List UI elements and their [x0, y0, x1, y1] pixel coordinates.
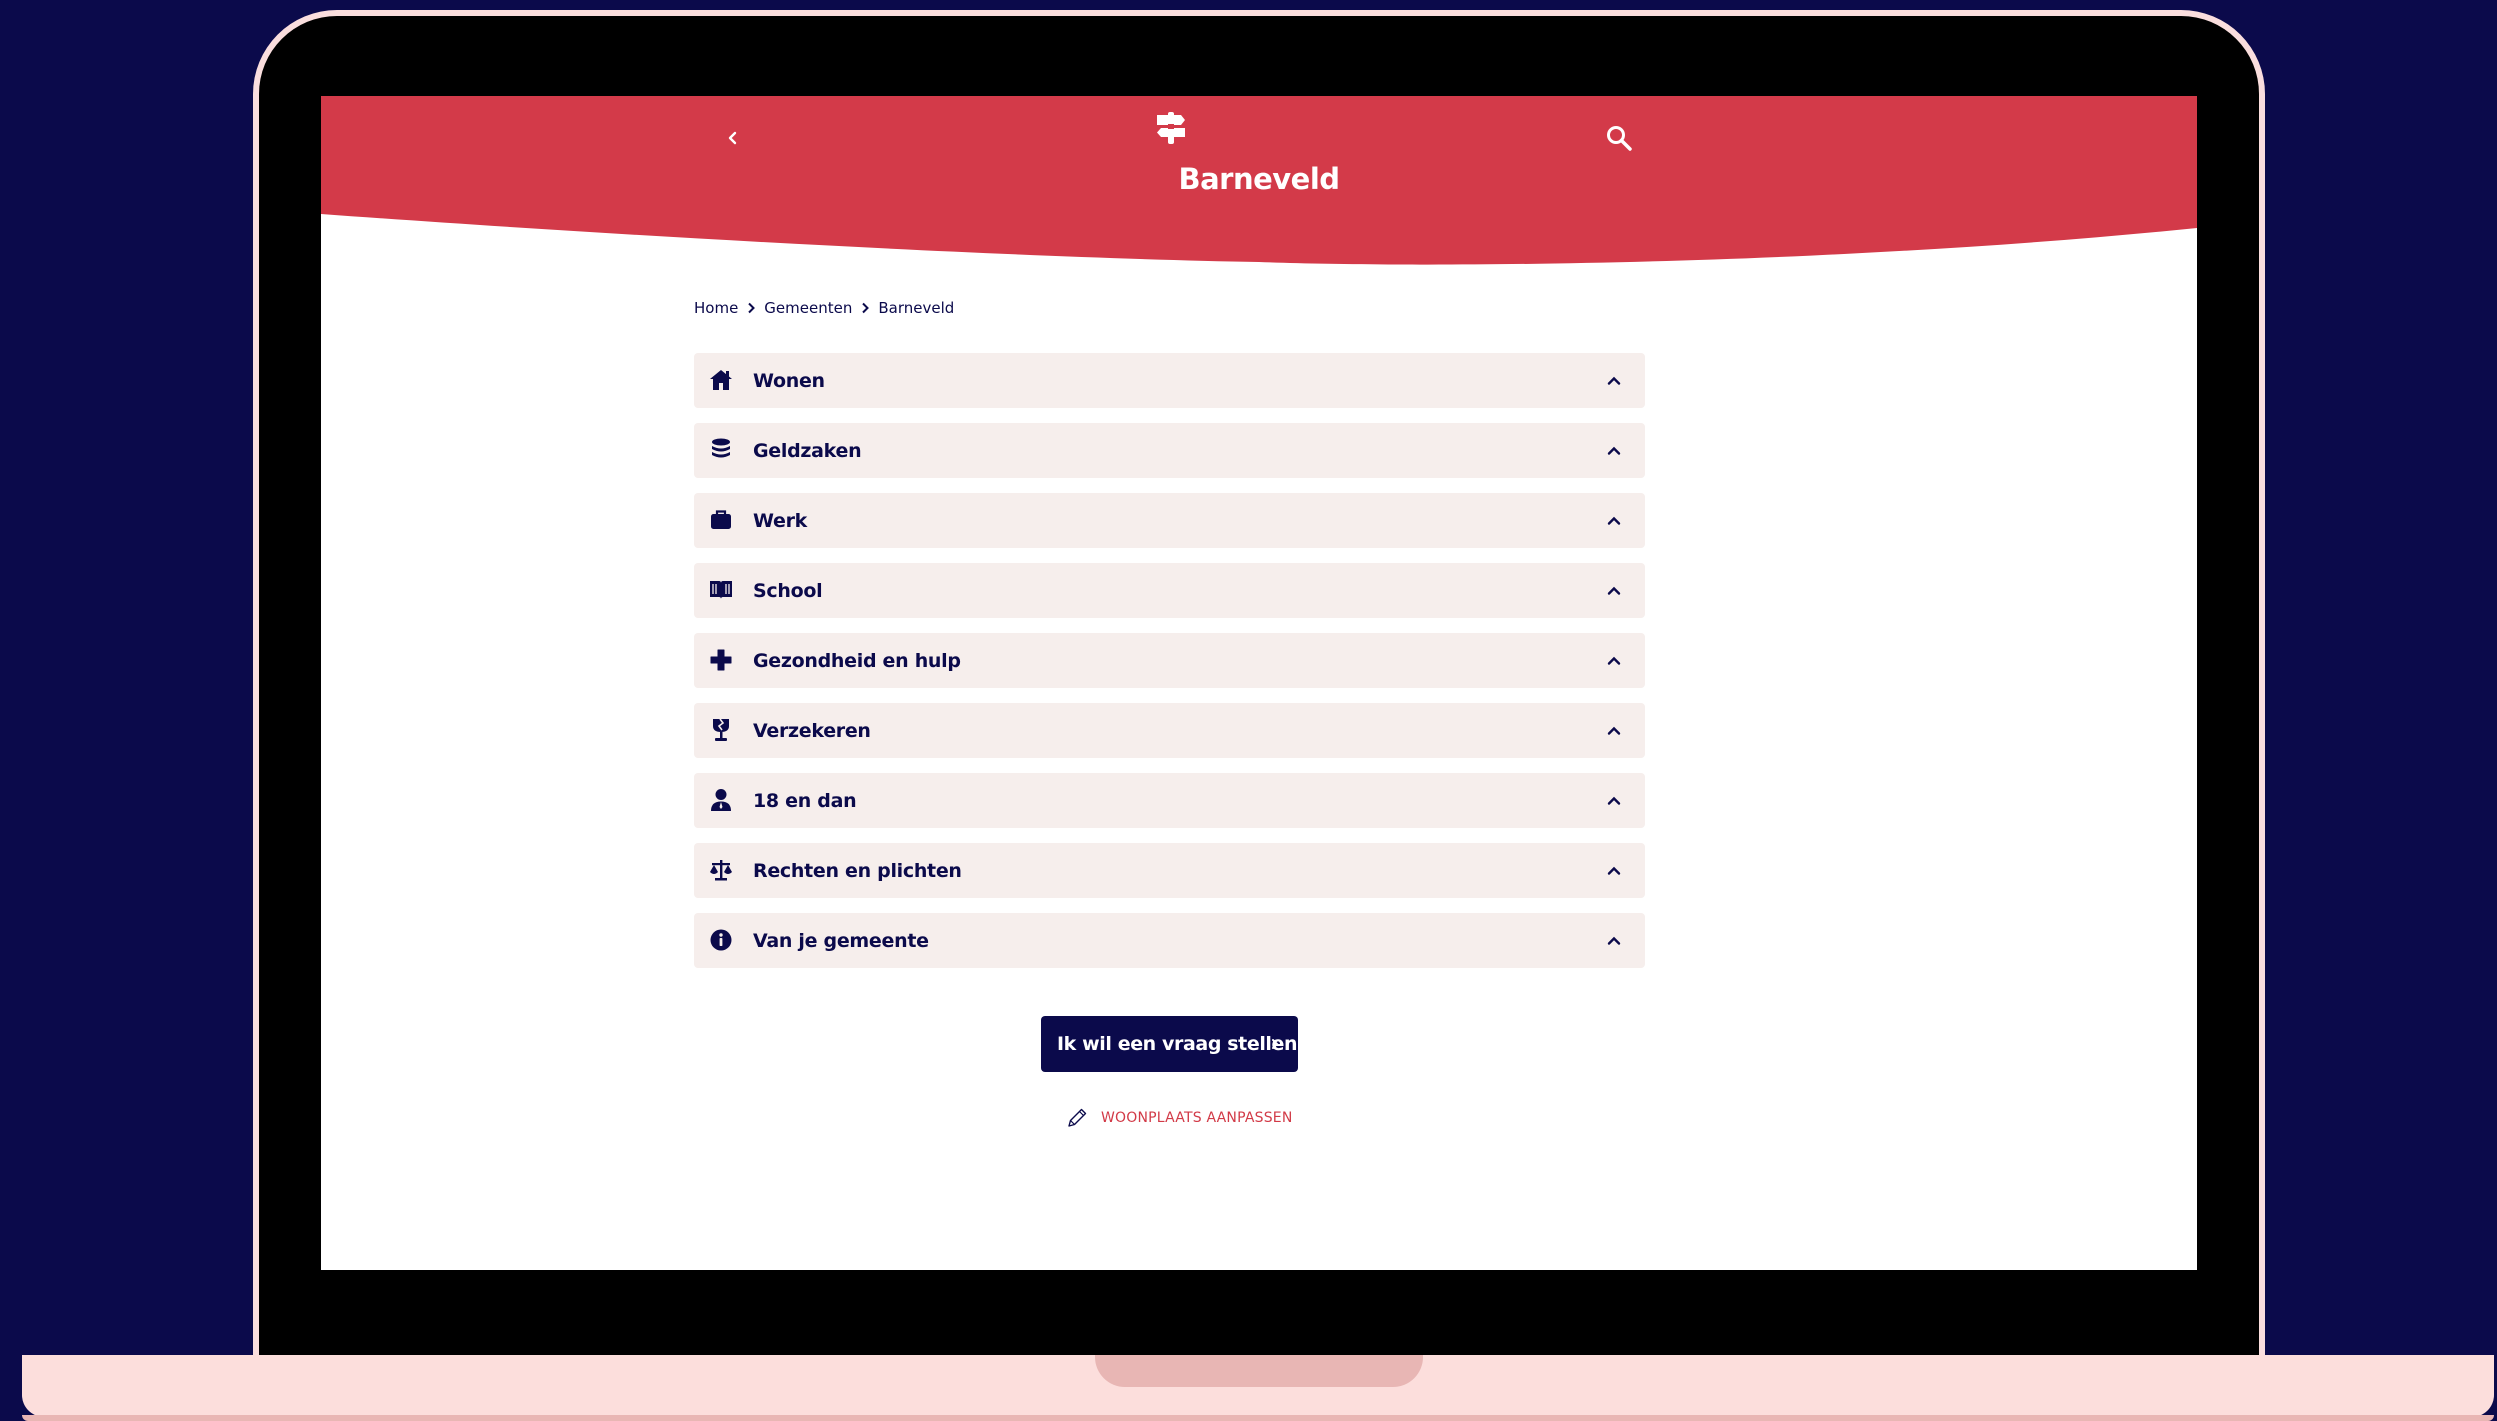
- accordion-label: Werk: [753, 509, 807, 532]
- signpost-icon: [1157, 112, 1185, 144]
- broken-glass-icon: [709, 718, 733, 742]
- page-title: Barneveld: [1178, 162, 1340, 196]
- back-button[interactable]: [713, 118, 753, 158]
- app-screen: Barneveld Home Gemeenten Barneveld Wonen: [321, 96, 2197, 1270]
- edit-location-link[interactable]: WOONPLAATS AANPASSEN: [1065, 1106, 1293, 1130]
- ask-question-button[interactable]: Ik wil een vraag stellen: [1041, 1016, 1298, 1072]
- house-icon: [709, 368, 733, 392]
- chevron-up-icon: [1607, 796, 1621, 805]
- accordion-label: 18 en dan: [753, 789, 857, 812]
- medical-cross-icon: [709, 648, 733, 672]
- search-icon: [1607, 126, 1632, 151]
- accordion-item-werk[interactable]: Werk: [694, 493, 1645, 548]
- breadcrumb-home[interactable]: Home: [694, 299, 738, 317]
- search-button[interactable]: [1597, 116, 1641, 160]
- breadcrumb-gemeenten[interactable]: Gemeenten: [764, 299, 852, 317]
- chevron-right-icon: [748, 302, 756, 314]
- pencil-icon: [1068, 1108, 1087, 1127]
- accordion-label: Geldzaken: [753, 439, 862, 462]
- chevron-up-icon: [1607, 936, 1621, 945]
- category-accordion: Wonen Geldzaken Werk School Gezondheid e…: [694, 353, 1645, 983]
- accordion-item-wonen[interactable]: Wonen: [694, 353, 1645, 408]
- ask-question-label: Ik wil een vraag stellen: [1057, 1033, 1298, 1055]
- accordion-label: Van je gemeente: [753, 929, 929, 952]
- accordion-label: Gezondheid en hulp: [753, 649, 961, 672]
- coins-icon: [709, 438, 733, 462]
- breadcrumb: Home Gemeenten Barneveld: [694, 299, 954, 317]
- chevron-up-icon: [1607, 516, 1621, 525]
- edit-location-label: WOONPLAATS AANPASSEN: [1101, 1110, 1293, 1126]
- laptop-mockup: Barneveld Home Gemeenten Barneveld Wonen: [0, 0, 2497, 1421]
- chevron-up-icon: [1607, 866, 1621, 875]
- info-icon: [709, 928, 733, 952]
- accordion-item-rechten[interactable]: Rechten en plichten: [694, 843, 1645, 898]
- breadcrumb-current: Barneveld: [878, 299, 955, 317]
- accordion-item-school[interactable]: School: [694, 563, 1645, 618]
- book-icon: [709, 578, 733, 602]
- person-icon: [709, 788, 733, 812]
- chevron-right-icon: [1272, 1039, 1279, 1049]
- chevron-right-icon: [862, 302, 870, 314]
- accordion-item-18-en-dan[interactable]: 18 en dan: [694, 773, 1645, 828]
- chevron-up-icon: [1607, 376, 1621, 385]
- chevron-up-icon: [1607, 586, 1621, 595]
- briefcase-icon: [709, 508, 733, 532]
- accordion-item-verzekeren[interactable]: Verzekeren: [694, 703, 1645, 758]
- accordion-item-geldzaken[interactable]: Geldzaken: [694, 423, 1645, 478]
- chevron-left-icon: [728, 131, 737, 145]
- chevron-up-icon: [1607, 726, 1621, 735]
- accordion-label: Wonen: [753, 369, 825, 392]
- scales-icon: [709, 858, 733, 882]
- chevron-up-icon: [1607, 446, 1621, 455]
- chevron-up-icon: [1607, 656, 1621, 665]
- accordion-label: Verzekeren: [753, 719, 871, 742]
- accordion-label: Rechten en plichten: [753, 859, 962, 882]
- accordion-label: School: [753, 579, 823, 602]
- accordion-item-gezondheid[interactable]: Gezondheid en hulp: [694, 633, 1645, 688]
- laptop-notch: [1095, 1355, 1423, 1387]
- accordion-item-gemeente[interactable]: Van je gemeente: [694, 913, 1645, 968]
